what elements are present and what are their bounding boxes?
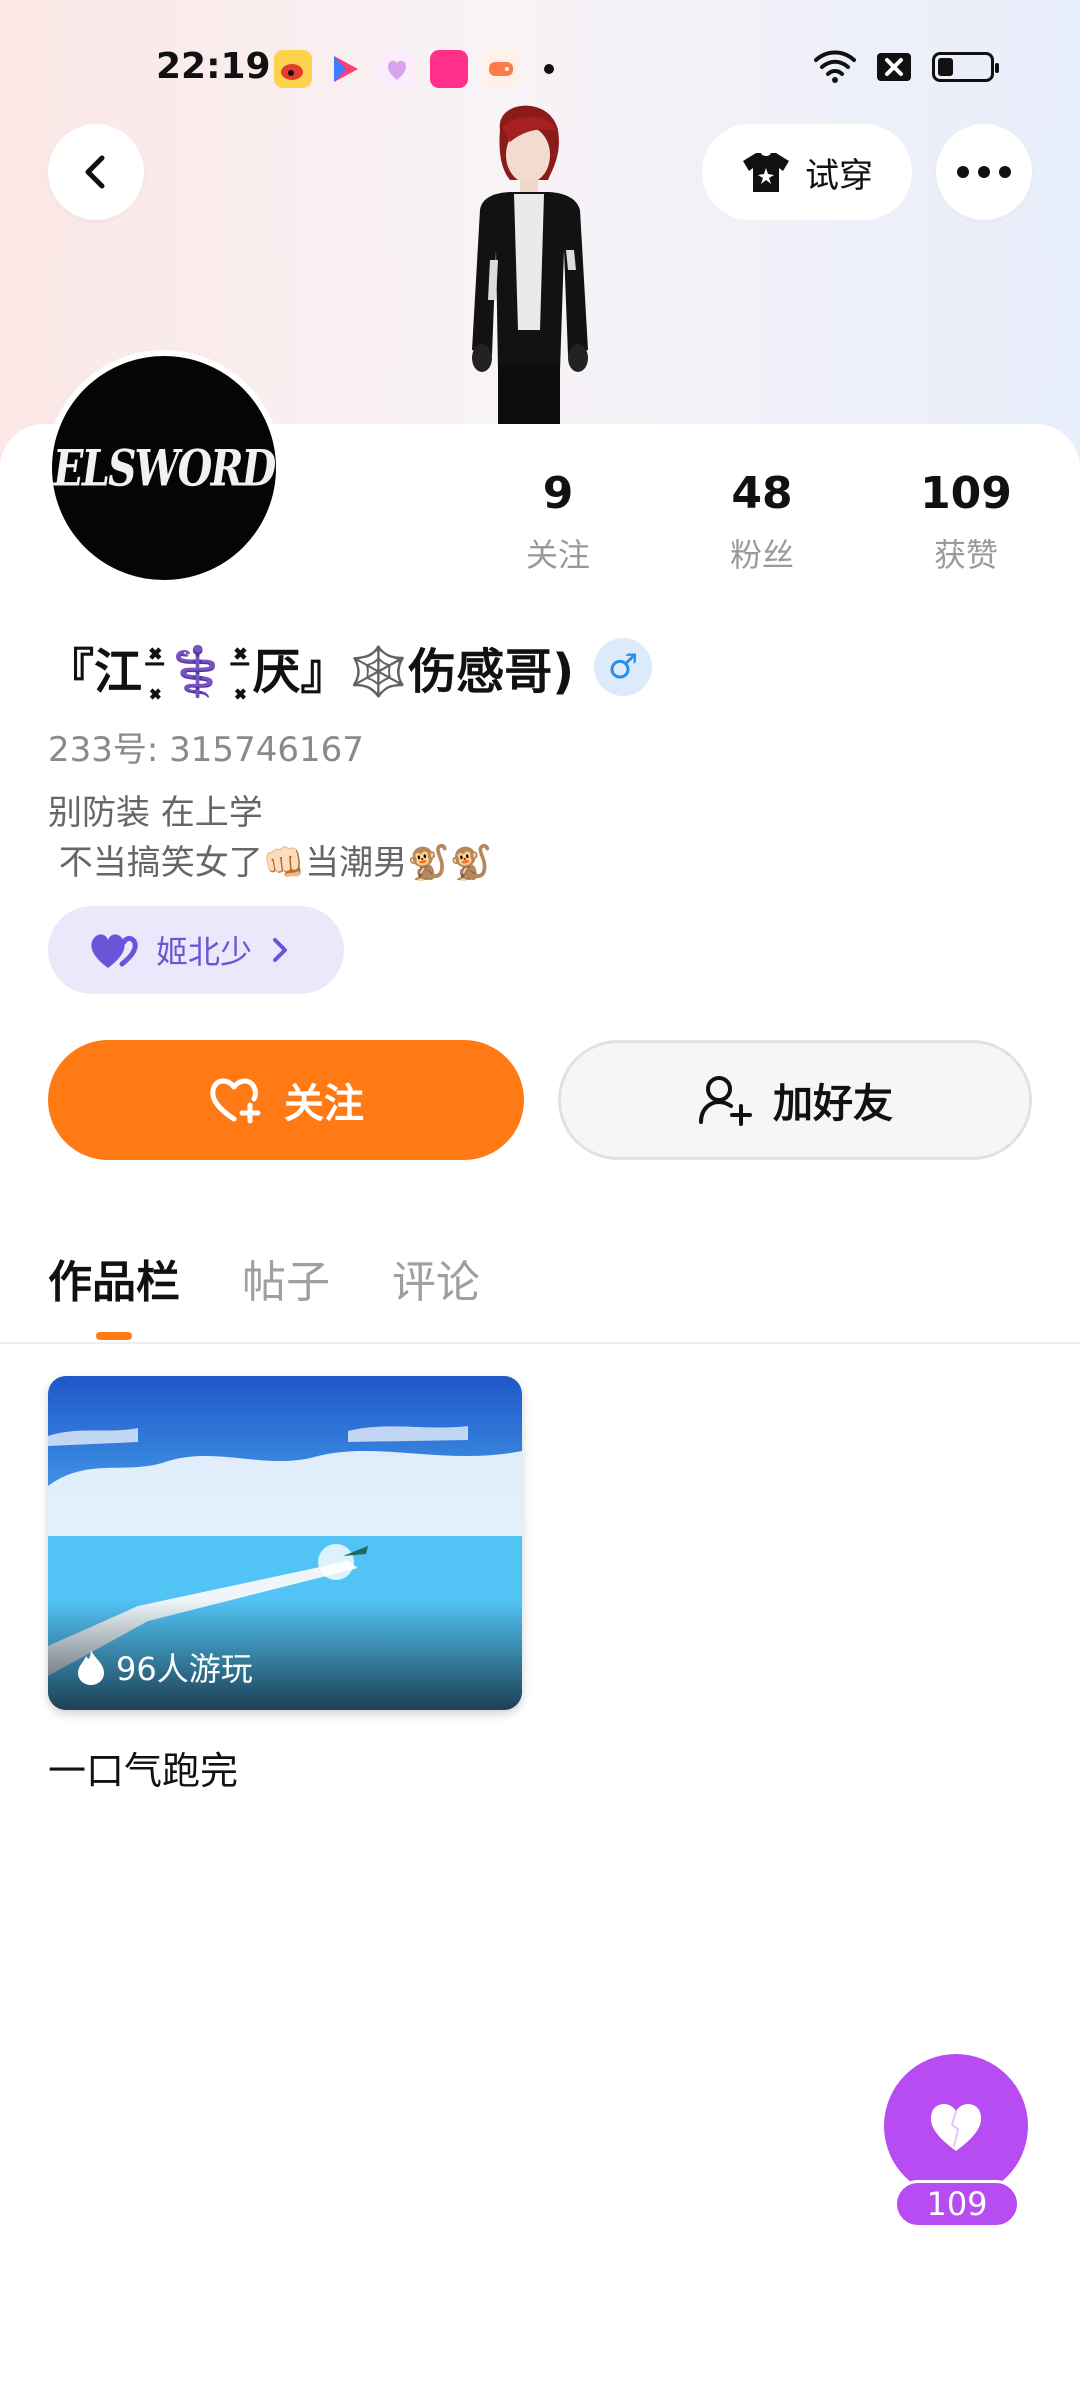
play-count-label: 96人游玩 bbox=[116, 1650, 253, 1688]
shop-app-icon bbox=[430, 50, 468, 88]
stat-likes-label: 获赞 bbox=[933, 536, 998, 574]
system-icons bbox=[814, 50, 999, 84]
add-friend-button[interactable]: 加好友 bbox=[558, 1040, 1032, 1160]
game-app-icon bbox=[482, 50, 520, 88]
battery-icon bbox=[932, 52, 999, 82]
stat-following-label: 关注 bbox=[525, 536, 590, 574]
work-card[interactable]: 96人游玩 bbox=[48, 1376, 522, 1710]
name-row: 『江⁻͓̽‍⚕️‍⁻͓̽厌』🕸️伤感哥) ♂ bbox=[46, 632, 653, 702]
nickname: 『江⁻͓̽‍⚕️‍⁻͓̽厌』🕸️伤感哥) bbox=[46, 644, 575, 700]
add-user-icon bbox=[699, 1076, 752, 1126]
play-count: 96人游玩 bbox=[76, 1644, 253, 1690]
like-count: 109 bbox=[894, 2180, 1020, 2228]
chat-app-icon bbox=[378, 50, 416, 88]
avatar-logo-text: ELSWORD bbox=[49, 438, 279, 498]
cp-tag-chip[interactable]: 姬北少 bbox=[48, 906, 344, 994]
avatar[interactable]: ELSWORD bbox=[46, 350, 282, 586]
back-button[interactable] bbox=[48, 124, 144, 220]
follow-button[interactable]: 关注 bbox=[48, 1040, 524, 1160]
stat-fans[interactable]: 48 粉丝 bbox=[682, 466, 842, 576]
bio-line: 不当搞笑女了👊🏻当潮男🐒🐒 bbox=[48, 843, 492, 883]
stat-likes[interactable]: 109 获赞 bbox=[886, 466, 1046, 576]
bio-line: 别防装 在上学 bbox=[48, 793, 263, 833]
work-title[interactable]: 一口气跑完 bbox=[48, 1740, 238, 1795]
stat-fans-label: 粉丝 bbox=[729, 536, 794, 574]
wifi-icon bbox=[814, 50, 856, 83]
add-friend-label: 加好友 bbox=[773, 1081, 893, 1127]
content-tabs: 作品栏 帖子 评论 bbox=[48, 1246, 480, 1310]
heart-plus-icon bbox=[210, 1078, 261, 1124]
user-id[interactable]: 233号: 315746167 bbox=[48, 722, 364, 771]
gender-male-icon: ♂ bbox=[594, 638, 653, 696]
tshirt-icon bbox=[743, 153, 789, 192]
video-app-icon bbox=[326, 50, 364, 88]
active-tab-indicator bbox=[96, 1332, 132, 1340]
more-options-button[interactable] bbox=[936, 124, 1032, 220]
cp-tag-label: 姬北少 bbox=[156, 933, 253, 971]
battery-level bbox=[938, 58, 953, 76]
status-bar: 22:19 bbox=[0, 40, 1080, 104]
more-dots-icon bbox=[957, 166, 1011, 178]
no-sim-icon bbox=[877, 53, 911, 81]
status-time: 22:19 bbox=[156, 46, 271, 87]
stat-following-value: 9 bbox=[542, 468, 574, 519]
try-on-button[interactable]: 试穿 bbox=[702, 124, 912, 220]
like-button[interactable] bbox=[884, 2054, 1028, 2198]
heart-icon bbox=[930, 2103, 982, 2151]
stat-fans-value: 48 bbox=[731, 468, 793, 519]
stat-following[interactable]: 9 关注 bbox=[478, 466, 638, 576]
weibo-icon bbox=[274, 50, 312, 88]
tab-comments[interactable]: 评论 bbox=[392, 1246, 480, 1310]
flame-icon bbox=[78, 1650, 104, 1685]
try-on-label: 试穿 bbox=[805, 155, 873, 196]
bio: 别防装 在上学 不当搞笑女了👊🏻当潮男🐒🐒 bbox=[48, 788, 492, 888]
avatar-character-image[interactable] bbox=[440, 100, 620, 430]
chevron-right-icon bbox=[273, 938, 288, 962]
tab-posts[interactable]: 帖子 bbox=[242, 1246, 330, 1310]
user-id-value: 315746167 bbox=[169, 730, 364, 770]
stat-likes-value: 109 bbox=[920, 468, 1012, 519]
user-id-label: 233号: bbox=[48, 730, 159, 770]
notification-icons bbox=[274, 50, 554, 88]
tab-works[interactable]: 作品栏 bbox=[48, 1246, 180, 1310]
tabs-divider bbox=[0, 1342, 1080, 1344]
more-notifications-dot bbox=[544, 64, 554, 74]
double-heart-icon bbox=[91, 934, 138, 968]
chevron-left-icon bbox=[85, 155, 105, 189]
follow-label: 关注 bbox=[284, 1081, 364, 1127]
